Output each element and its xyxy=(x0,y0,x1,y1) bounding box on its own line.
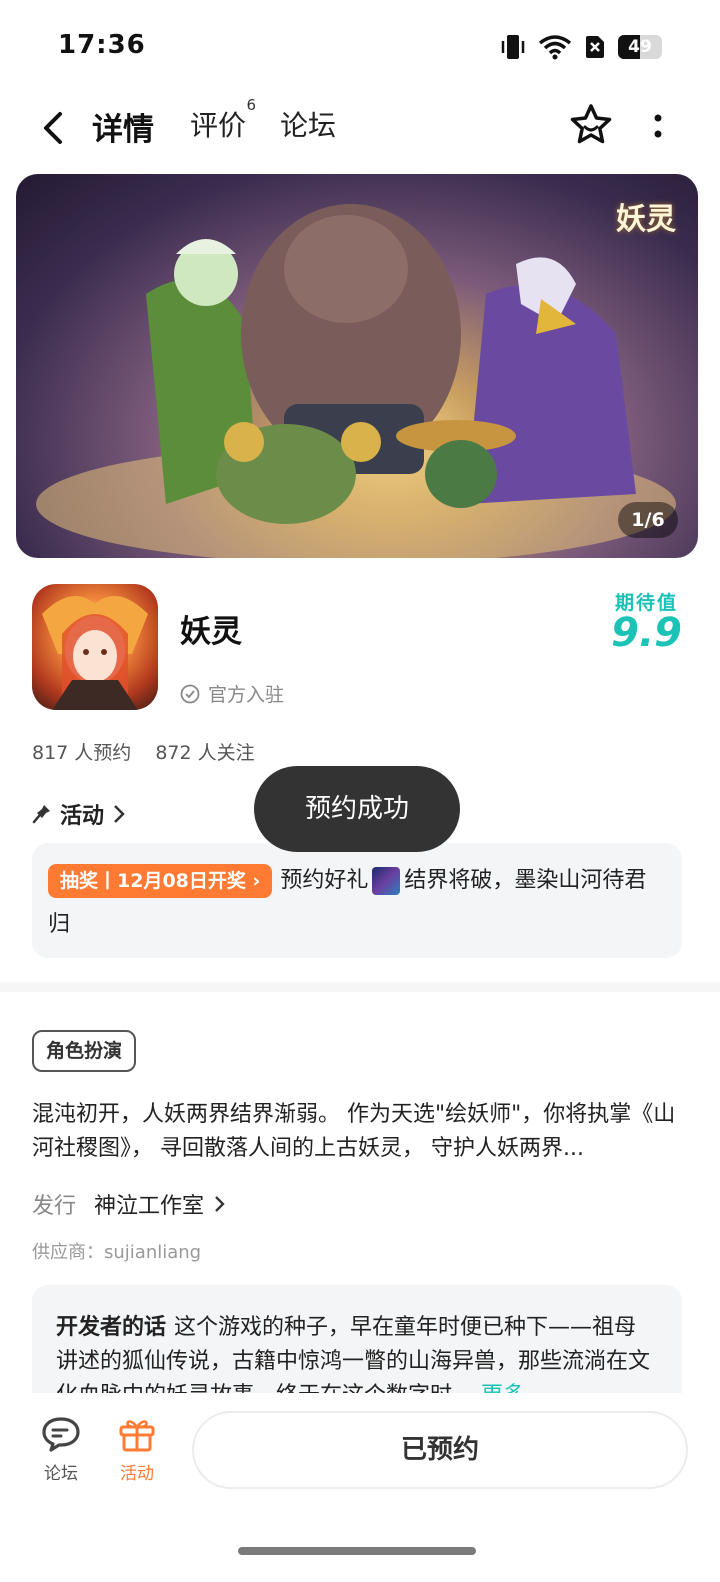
supplier-info: 供应商：sujianliang xyxy=(32,1242,202,1263)
favorite-star-icon[interactable] xyxy=(568,102,614,148)
expectation-score: 9.9 xyxy=(611,610,682,656)
pin-icon xyxy=(32,805,50,824)
reservation-count: 817 人预约 xyxy=(32,742,132,764)
tab-reviews[interactable]: 评价 6 xyxy=(190,96,256,144)
game-app-icon xyxy=(32,584,158,710)
bottom-activity-button[interactable]: 活动 xyxy=(102,1415,172,1484)
follower-count: 872 人关注 xyxy=(155,742,255,764)
no-sim-icon xyxy=(586,36,604,58)
check-circle-icon xyxy=(180,684,200,703)
vibrate-icon xyxy=(501,35,525,59)
bottom-activity-label: 活动 xyxy=(120,1464,154,1484)
galaxy-emoji-icon xyxy=(372,867,401,895)
screenshot-carousel[interactable]: 妖灵 1/6 xyxy=(16,174,698,558)
game-stats: 817 人预约 872 人关注 xyxy=(32,738,255,765)
lottery-tag[interactable]: 抽奖丨12月08日开奖 › xyxy=(48,864,273,898)
game-logo: 妖灵 xyxy=(616,202,676,237)
tab-details-label: 详情 xyxy=(92,112,154,148)
top-nav: 详情 评价 6 论坛 xyxy=(0,96,720,164)
gift-icon xyxy=(119,1420,155,1452)
forum-chat-icon xyxy=(42,1417,80,1452)
wifi-icon xyxy=(538,35,572,60)
bottom-action-bar: 论坛 活动 已预约 xyxy=(0,1393,720,1582)
status-time: 17:36 xyxy=(58,30,146,60)
app-icon-art xyxy=(42,596,148,710)
back-arrow-icon[interactable] xyxy=(36,108,70,148)
activity-heading: 活动 xyxy=(60,804,105,829)
more-link[interactable]: 更多 xyxy=(481,1383,525,1393)
genre-tag[interactable]: 角色扮演 xyxy=(32,1030,137,1072)
lottery-tag-text: 抽奖丨12月08日开奖 xyxy=(60,870,246,892)
tab-forum-label: 论坛 xyxy=(280,109,337,142)
bottom-forum-label: 论坛 xyxy=(44,1464,78,1484)
reservation-success-toast: 预约成功 xyxy=(254,766,460,852)
official-label: 官方入驻 xyxy=(208,684,285,706)
activity-text-1: 预约好礼 xyxy=(280,868,369,893)
publisher-row[interactable]: 发行 神泣工作室 xyxy=(32,1188,228,1220)
carousel-counter: 1/6 xyxy=(618,502,678,538)
section-divider xyxy=(0,982,720,992)
reserved-button[interactable]: 已预约 xyxy=(192,1411,688,1489)
publisher-label: 发行 xyxy=(32,1194,77,1219)
activity-section-header[interactable]: 活动 xyxy=(32,798,126,830)
developer-note-card[interactable]: 开发者的话 这个游戏的种子，早在童年时便已种下——祖母讲述的狐仙传说，古籍中惊鸿一… xyxy=(32,1285,682,1393)
game-description[interactable]: 混沌初开，人妖两界结界渐弱。 作为天选"绘妖师"，你将执掌《山河社稷图》， 寻回… xyxy=(32,1098,688,1166)
activity-card[interactable]: 抽奖丨12月08日开奖 › 预约好礼 结界将破，墨染山河待君归 xyxy=(32,843,682,958)
game-artwork xyxy=(36,204,676,558)
official-badge: 官方入驻 xyxy=(180,680,284,707)
tab-reviews-label: 评价 xyxy=(190,109,247,142)
developer-note-label: 开发者的话 xyxy=(56,1315,167,1340)
tab-forum[interactable]: 论坛 xyxy=(280,104,336,144)
status-bar: 17:36 49 xyxy=(0,0,720,96)
home-indicator[interactable] xyxy=(238,1547,476,1555)
publisher-name: 神泣工作室 xyxy=(94,1194,205,1219)
chevron-right-icon xyxy=(215,1196,225,1212)
review-count-badge: 6 xyxy=(246,96,257,114)
status-icons: 49 xyxy=(500,32,662,62)
game-title: 妖灵 xyxy=(180,614,242,650)
tab-details[interactable]: 详情 xyxy=(88,104,158,149)
chevron-right-icon xyxy=(114,805,125,823)
battery-icon: 49 xyxy=(618,35,662,59)
battery-level: 49 xyxy=(628,37,652,57)
more-options-icon[interactable] xyxy=(646,108,670,144)
bottom-forum-button[interactable]: 论坛 xyxy=(26,1415,96,1484)
